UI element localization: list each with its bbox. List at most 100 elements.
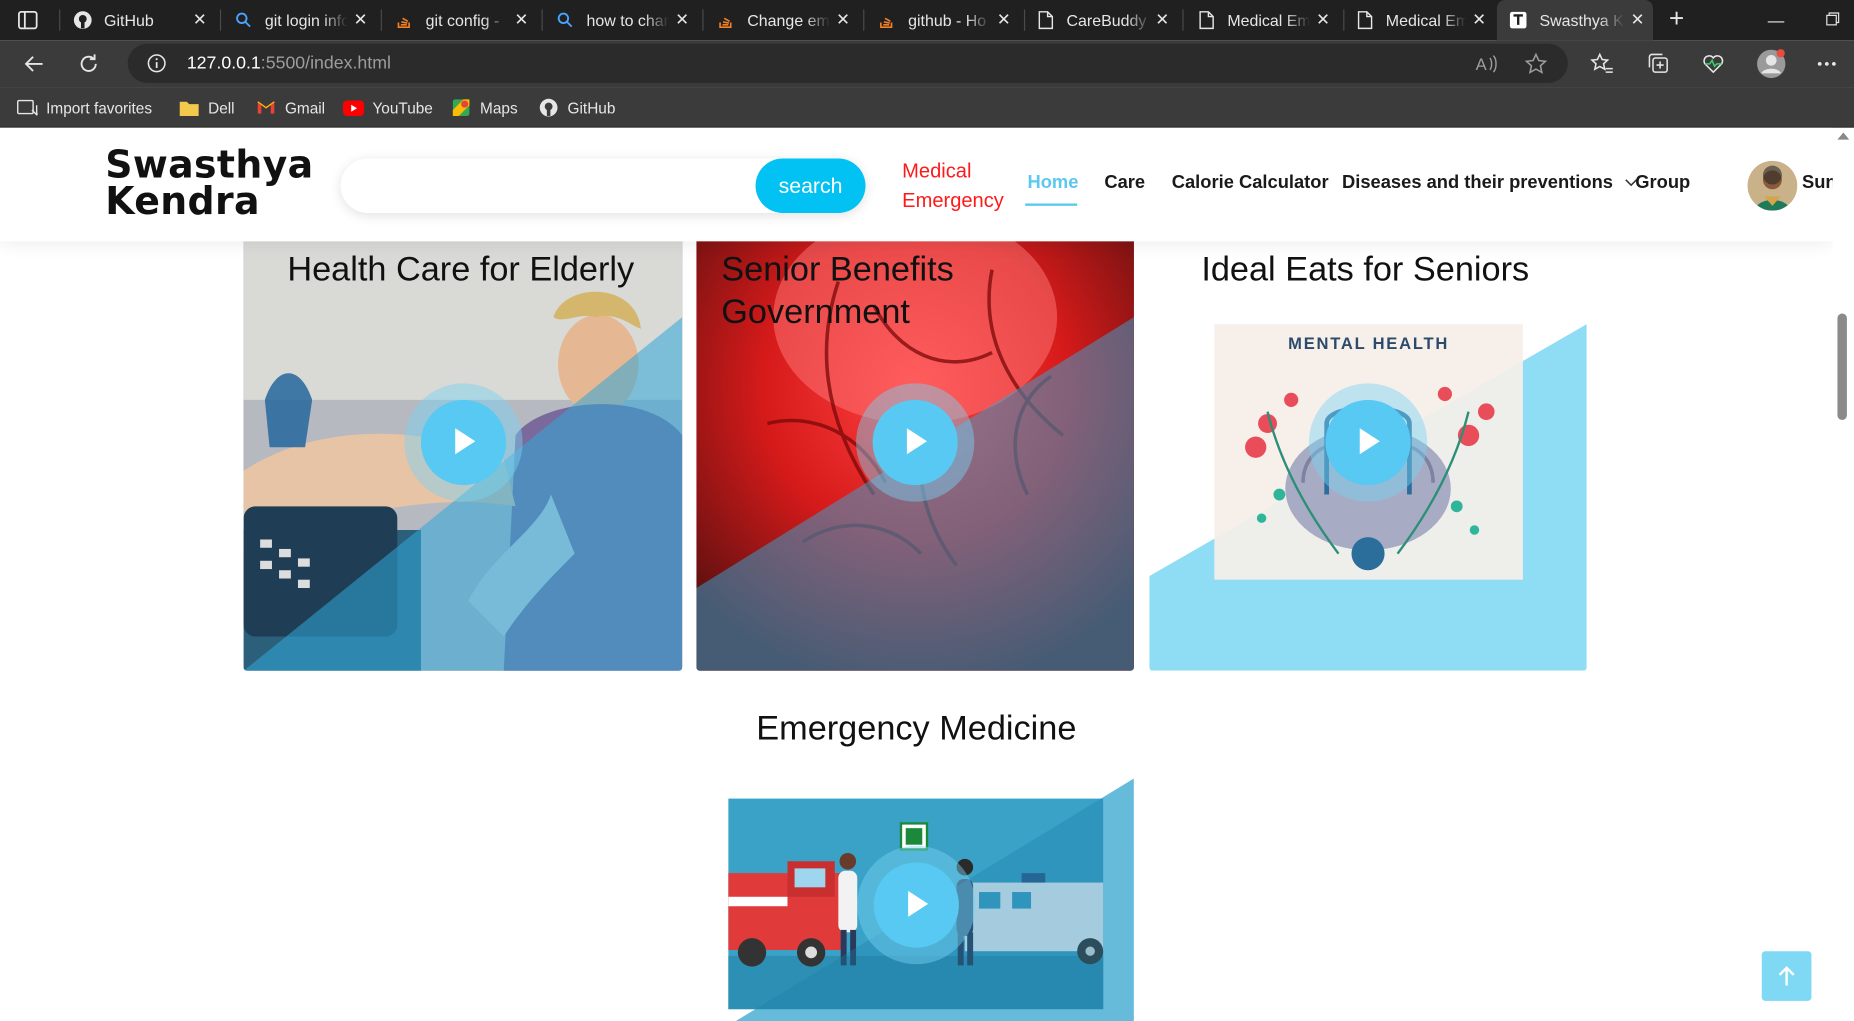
minimize-button[interactable]: — [1764,8,1788,32]
card-title: Senior Benefits Government [721,250,954,332]
close-icon[interactable]: ✕ [352,11,369,28]
stackoverflow-icon [877,11,896,30]
card-elderly-care[interactable]: Health Care for Elderly [243,234,683,671]
tab-title: git config - [425,11,500,29]
import-icon [17,98,38,117]
refresh-icon [80,54,97,72]
collections-icon[interactable] [1646,51,1672,77]
svg-text:A: A [1476,55,1487,74]
stackoverflow-icon [717,11,736,30]
tab-change-email[interactable]: Change em ✕ [717,0,859,40]
play-icon [1359,428,1380,455]
favorite-import[interactable]: Import favorites [17,96,152,120]
card-ideal-eats[interactable]: MENTAL HEALTH Ideal Eats for Seniors [1149,234,1587,671]
url-text[interactable]: 127.0.0.1:5500/index.html [187,53,391,73]
close-icon[interactable]: ✕ [513,11,530,28]
tab-medical-em-1[interactable]: Medical Em ✕ [1197,0,1339,40]
favorites-bar: Import favorites Dell Gmail YouTube Maps… [0,87,1854,128]
nav-active-underline [1025,203,1078,206]
file-icon [1355,11,1374,30]
tab-title: Medical Em [1227,11,1311,29]
favorite-star-icon[interactable] [1523,51,1549,77]
card-title: Ideal Eats for Seniors [1201,250,1530,289]
favorite-dell[interactable]: Dell [179,96,235,120]
tab-git-login[interactable]: git login info ✕ [234,0,376,40]
card-emergency-medicine[interactable] [716,778,1134,1021]
nav-calorie-calculator[interactable]: Calorie Calculator [1172,173,1329,194]
close-icon[interactable]: ✕ [1315,11,1332,28]
scroll-thumb[interactable] [1837,313,1847,420]
play-video-button[interactable] [1308,383,1428,502]
play-icon [906,428,928,455]
favorites-icon[interactable] [1589,51,1615,77]
search-icon [556,11,575,30]
play-video-button[interactable] [856,383,975,502]
play-icon [908,890,929,917]
tab-title: Swasthya K [1539,11,1624,29]
tab-medical-em-2[interactable]: Medical Em ✕ [1355,0,1495,40]
refresh-button[interactable] [73,49,104,80]
tab-git-config[interactable]: git config - ✕ [395,0,537,40]
nav-care[interactable]: Care [1104,173,1145,194]
user-name[interactable]: Sun [1802,173,1833,194]
close-icon[interactable]: ✕ [674,11,691,28]
url-bar[interactable]: 127.0.0.1:5500/index.html A [127,43,1568,83]
more-options-icon[interactable] [1814,51,1840,77]
logo-line: Kendra [105,178,260,224]
tab-how-to-change[interactable]: how to chan ✕ [556,0,698,40]
tab-actions-icon[interactable] [17,9,41,30]
tab-title: github - Ho [908,11,987,29]
back-to-top-button[interactable] [1761,951,1812,1001]
gmail-icon [255,98,276,117]
close-icon[interactable]: ✕ [1629,11,1646,28]
maps-icon [450,98,471,117]
browser-tab-strip: GitHub ✕ git login info ✕ git config - ✕… [0,0,1854,41]
tab-title: Medical Em [1385,11,1467,29]
card-senior-benefits[interactable]: Senior Benefits Government [696,234,1134,671]
nav-diseases[interactable]: Diseases and their preventions [1342,173,1638,194]
tab-carebuddy[interactable]: CareBuddy ✕ [1036,0,1178,40]
nav-home[interactable]: Home [1028,173,1079,194]
tab-swasthya-active[interactable]: Swasthya K ✕ [1496,0,1653,41]
site-header: Swasthya Kendra search Medical Emergency… [0,127,1833,242]
search-input[interactable] [357,167,748,204]
page-viewport: Swasthya Kendra search Medical Emergency… [0,127,1833,1021]
close-icon[interactable]: ✕ [1154,11,1171,28]
health-icon[interactable] [1700,51,1726,77]
mental-health-label: MENTAL HEALTH [1288,333,1450,353]
section-title-emergency-medicine: Emergency Medicine [756,709,1077,748]
scroll-up-arrow[interactable] [1837,132,1850,140]
profile-avatar-icon[interactable] [1756,49,1787,80]
read-aloud-icon[interactable]: A [1473,51,1499,77]
github-icon [73,11,92,30]
close-icon[interactable]: ✕ [996,11,1013,28]
page-scrollbar[interactable] [1832,127,1854,1021]
tab-github[interactable]: GitHub ✕ [73,0,215,40]
favorite-maps[interactable]: Maps [450,96,518,120]
file-icon [1036,11,1055,30]
restore-button[interactable] [1821,8,1845,32]
tab-title: Change em [747,11,830,29]
tab-github-how[interactable]: github - Ho ✕ [877,0,1019,40]
user-avatar[interactable] [1747,160,1798,211]
card-title: Health Care for Elderly [287,250,635,289]
play-video-button[interactable] [857,845,976,965]
new-tab-button[interactable]: + [1665,5,1689,33]
youtube-icon [342,98,365,117]
close-icon[interactable]: ✕ [1471,11,1488,28]
nav-medical-emergency[interactable]: Medical Emergency [902,156,1020,215]
search-button[interactable]: search [755,158,866,213]
tab-title: GitHub [104,11,154,29]
favorite-github[interactable]: GitHub [538,96,615,120]
play-video-button[interactable] [404,383,523,502]
site-logo[interactable]: Swasthya Kendra [105,146,313,224]
back-button[interactable] [19,49,50,80]
favorite-gmail[interactable]: Gmail [255,96,325,120]
tab-title: how to chan [586,11,670,29]
favorite-youtube[interactable]: YouTube [342,96,433,120]
close-icon[interactable]: ✕ [835,11,852,28]
close-icon[interactable]: ✕ [192,11,209,28]
site-info-icon[interactable] [147,53,167,73]
back-arrow-icon [24,56,43,72]
nav-group[interactable]: Group [1635,173,1690,194]
